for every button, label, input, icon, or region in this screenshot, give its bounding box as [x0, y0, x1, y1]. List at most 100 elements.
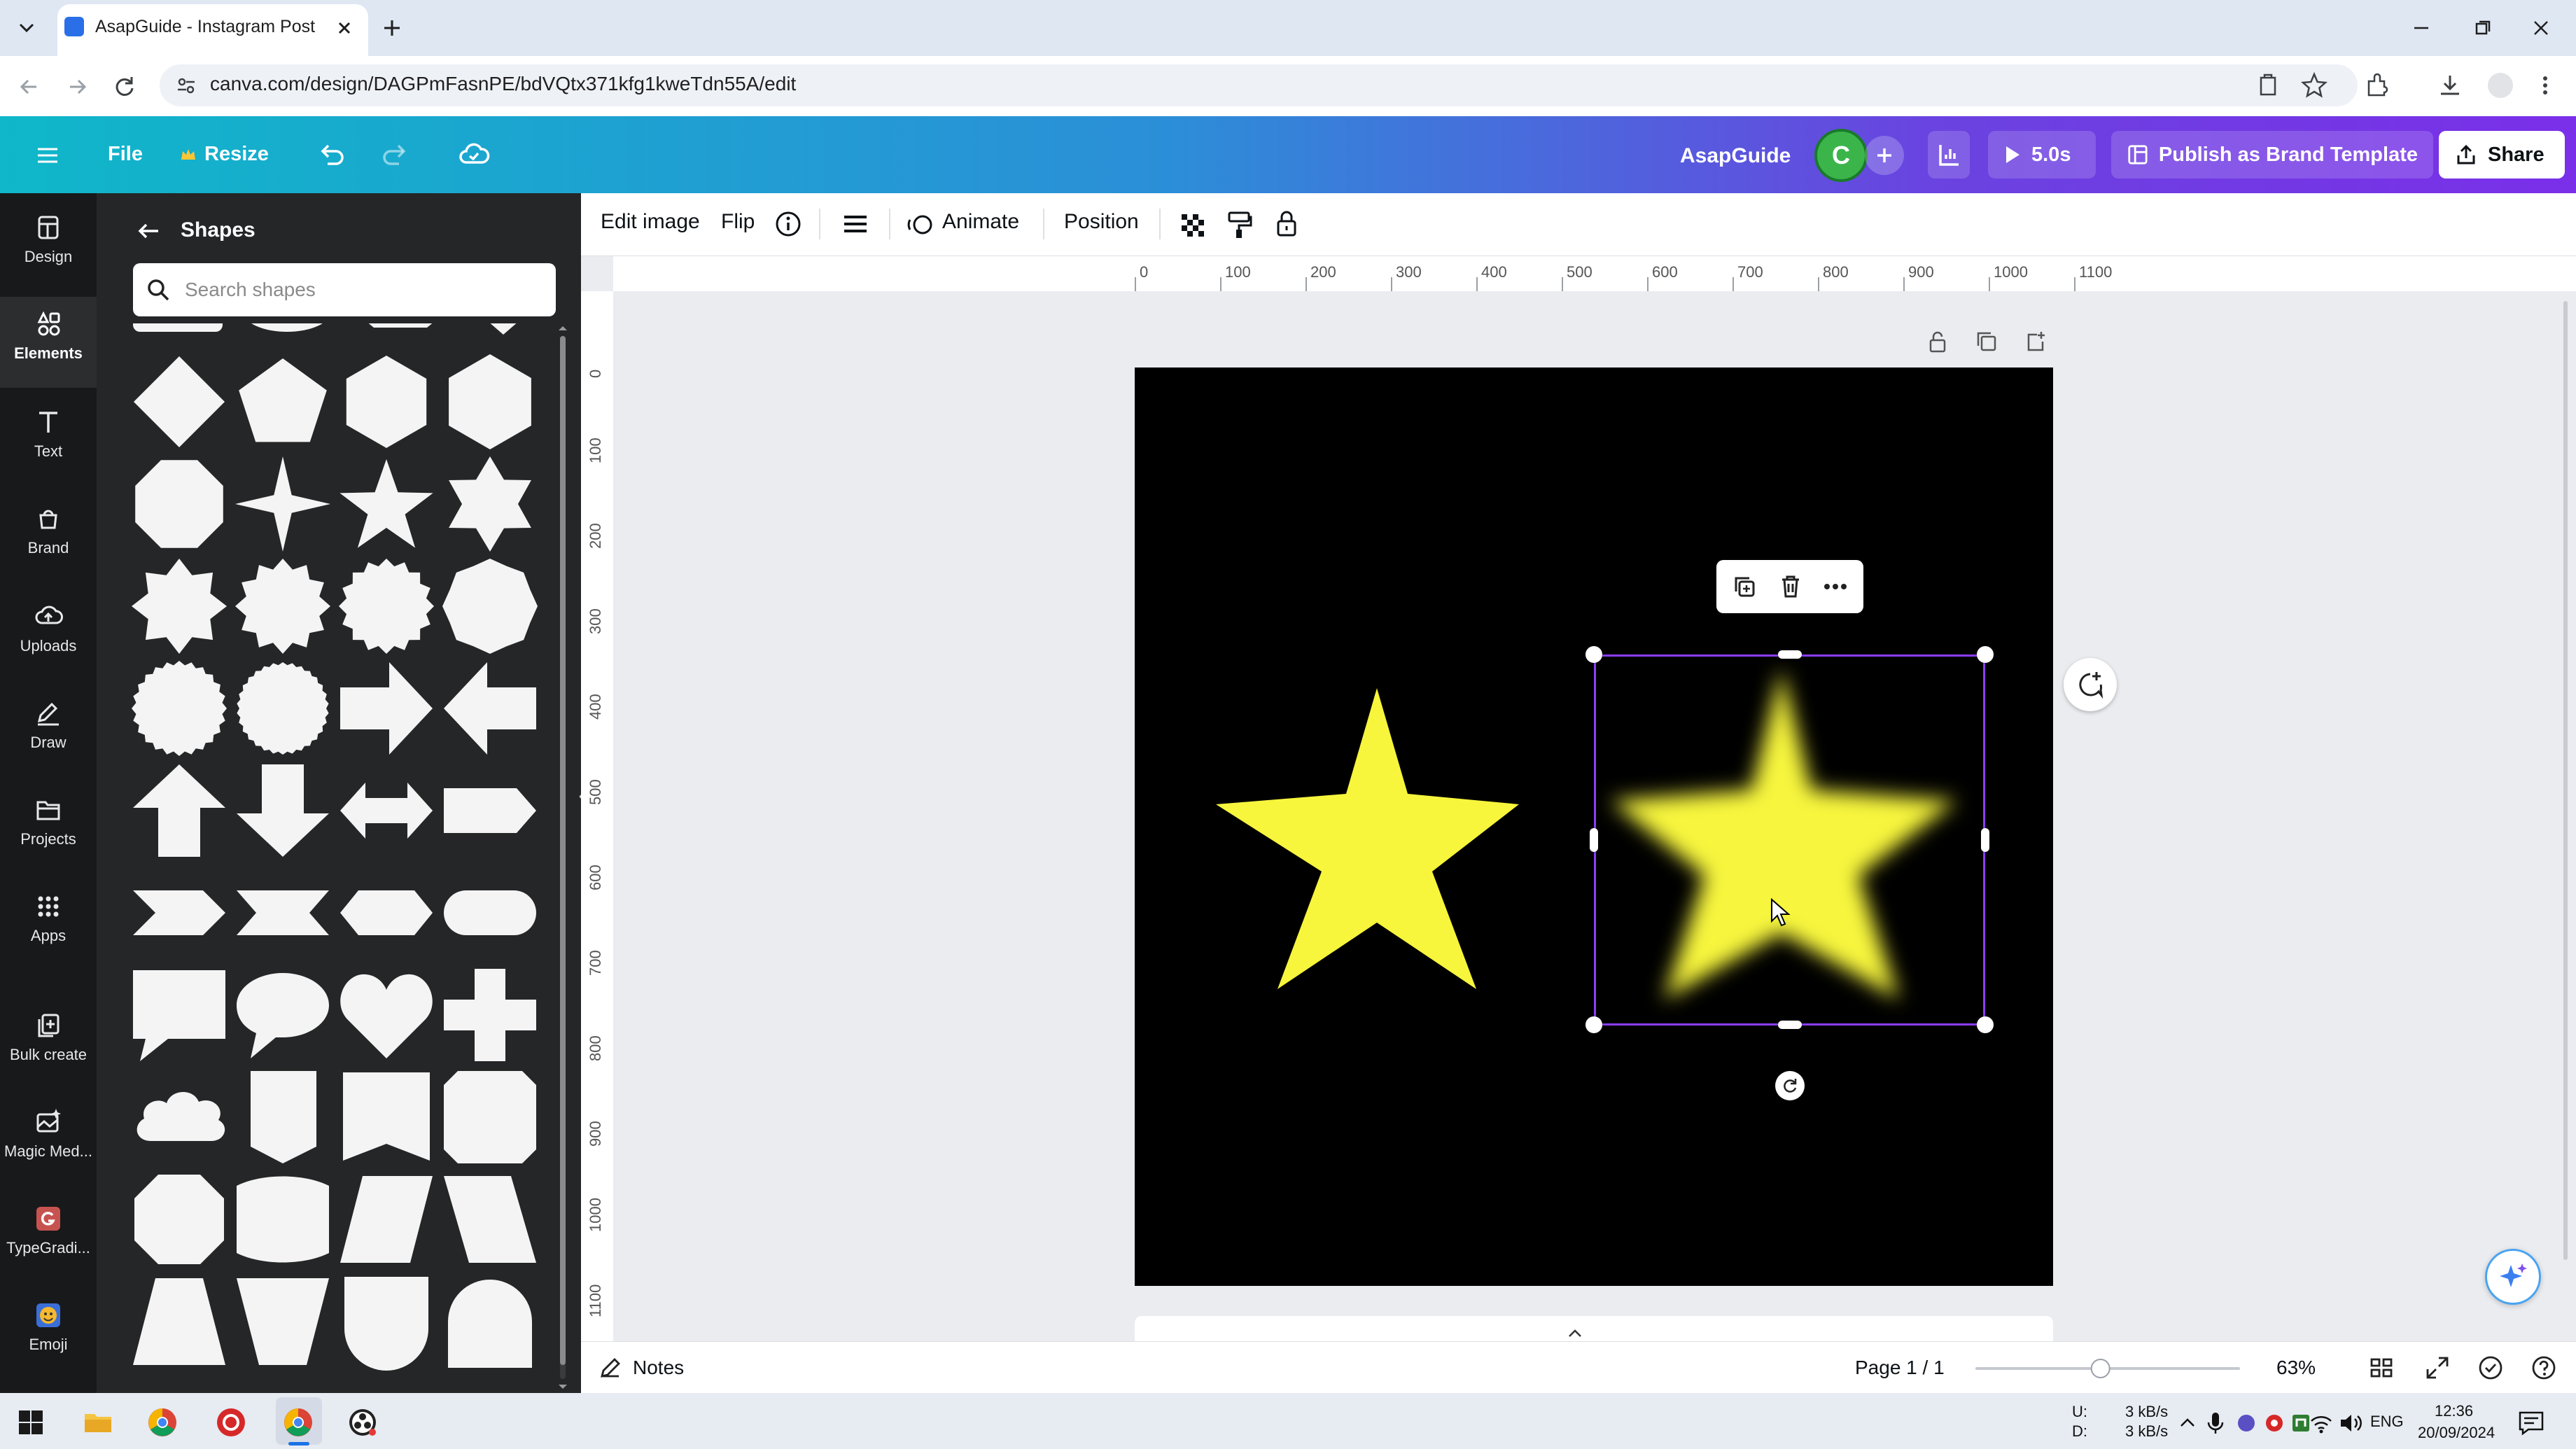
resize-handle-left[interactable]	[1590, 828, 1598, 852]
resize-handle-top-right[interactable]	[1977, 646, 1994, 663]
info-icon[interactable]	[774, 210, 802, 238]
tab-close-icon[interactable]	[332, 15, 357, 41]
left-arrow-shape[interactable]	[441, 659, 539, 757]
duplicate-element-icon[interactable]	[1730, 573, 1758, 601]
notifications-icon[interactable]	[2517, 1410, 2545, 1436]
add-page-icon[interactable]	[2023, 329, 2048, 354]
up-arrow-shape[interactable]	[130, 762, 228, 860]
tray-app-icon[interactable]	[2236, 1413, 2257, 1434]
download-icon[interactable]	[2435, 70, 2465, 101]
star-shape[interactable]	[1216, 688, 1519, 989]
browser-menu-icon[interactable]	[2533, 70, 2558, 101]
present-button[interactable]: 5.0s	[1988, 131, 2096, 178]
help-icon[interactable]	[2530, 1354, 2558, 1382]
scalloped-circle-shape[interactable]	[234, 659, 332, 757]
rail-uploads[interactable]: Uploads	[0, 602, 97, 655]
team-name[interactable]: AsapGuide	[1680, 144, 1791, 168]
search-input[interactable]	[185, 274, 535, 305]
more-options-icon[interactable]	[1821, 573, 1849, 601]
wavy-rectangle-shape[interactable]	[234, 1170, 332, 1268]
grid-view-icon[interactable]	[2367, 1354, 2395, 1382]
rail-magic-med[interactable]: Magic Med...	[0, 1107, 97, 1161]
rail-typegradi[interactable]: TypeGradi...	[0, 1204, 97, 1257]
eight-point-star-shape[interactable]	[130, 557, 228, 655]
shield-shape[interactable]	[337, 1273, 435, 1371]
trapezoid-shape[interactable]	[441, 1170, 539, 1268]
pentagon-shape[interactable]	[234, 353, 332, 451]
resize-handle-bottom[interactable]	[1778, 1021, 1802, 1029]
publish-brand-template-button[interactable]: Publish as Brand Template	[2111, 131, 2433, 178]
heart-shape[interactable]	[337, 966, 435, 1064]
rail-brand[interactable]: Brand	[0, 504, 97, 557]
lock-page-icon[interactable]	[1925, 329, 1950, 354]
rail-design[interactable]: Design	[0, 213, 97, 266]
chrome-active-icon[interactable]	[283, 1407, 314, 1438]
copy-style-icon[interactable]	[1225, 210, 1253, 241]
resize-handle-top-left[interactable]	[1586, 646, 1602, 663]
trapezoid-down-shape[interactable]	[234, 1273, 332, 1371]
flip-button[interactable]: Flip	[721, 210, 755, 234]
tag-shape[interactable]	[234, 1068, 332, 1166]
lock-icon[interactable]	[1273, 209, 1301, 239]
avatar[interactable]: C	[1814, 129, 1868, 182]
selection-box[interactable]	[1594, 654, 1985, 1026]
url-text[interactable]: canva.com/design/DAGPmFasnPE/bdVQtx371kf…	[210, 73, 796, 95]
redo-button[interactable]	[378, 139, 412, 172]
arch-shape[interactable]	[441, 1273, 539, 1371]
border-style-icon[interactable]	[840, 210, 871, 238]
rail-emoji[interactable]: Emoji	[0, 1301, 97, 1354]
diamond-shape[interactable]	[130, 353, 228, 451]
profile-avatar[interactable]	[2488, 73, 2513, 98]
file-explorer-icon[interactable]	[83, 1408, 113, 1436]
double-arrow-shape[interactable]	[337, 762, 435, 860]
forward-button[interactable]	[62, 71, 92, 102]
site-info-icon[interactable]	[174, 73, 199, 98]
chrome-icon[interactable]	[147, 1407, 178, 1438]
page-action-icon[interactable]	[2254, 71, 2282, 99]
volume-icon[interactable]	[2338, 1411, 2363, 1435]
rail-apps[interactable]: Apps	[0, 892, 97, 945]
speech-bubble-shape[interactable]	[130, 966, 228, 1064]
windows-start-icon[interactable]	[17, 1408, 45, 1436]
rounded-square-shape[interactable]	[441, 1068, 539, 1166]
banner-shape[interactable]	[337, 1068, 435, 1166]
language-indicator[interactable]: ENG	[2370, 1413, 2404, 1431]
notes-button[interactable]: Notes	[633, 1357, 684, 1379]
page-indicator[interactable]: Page 1 / 1	[1855, 1357, 1945, 1379]
panel-scrollbar[interactable]	[554, 323, 571, 1394]
tab-search-button[interactable]	[13, 14, 41, 42]
cloud-shape[interactable]	[130, 1068, 228, 1166]
animate-button[interactable]: Animate	[942, 210, 1019, 234]
oval-speech-bubble-shape[interactable]	[234, 966, 332, 1064]
fullscreen-icon[interactable]	[2423, 1354, 2451, 1382]
main-menu-button[interactable]	[32, 140, 63, 171]
rail-bulk-create[interactable]: Bulk create	[0, 1011, 97, 1064]
zoom-level[interactable]: 63%	[2276, 1357, 2316, 1379]
hexagon-flat-shape[interactable]	[441, 353, 539, 451]
file-menu[interactable]: File	[108, 143, 143, 166]
pill-shape[interactable]	[441, 864, 539, 962]
ribbon-shape[interactable]	[234, 864, 332, 962]
resize-handle-top[interactable]	[1778, 650, 1802, 659]
position-button[interactable]: Position	[1064, 210, 1139, 234]
share-button[interactable]: Share	[2439, 131, 2565, 178]
undo-button[interactable]	[315, 139, 349, 172]
parallelogram-shape[interactable]	[337, 1170, 435, 1268]
chevron-shape[interactable]	[130, 864, 228, 962]
back-to-elements-button[interactable]	[133, 217, 164, 245]
down-arrow-shape[interactable]	[234, 762, 332, 860]
workspace-scrollbar[interactable]	[2563, 301, 2568, 1260]
rounded-octagon-shape-2[interactable]	[130, 1170, 228, 1268]
recorder-app-icon[interactable]	[216, 1407, 246, 1438]
reload-button[interactable]	[109, 71, 140, 102]
rotate-handle[interactable]	[1775, 1071, 1805, 1100]
four-point-star-shape[interactable]	[234, 455, 332, 553]
seal-shape[interactable]	[130, 659, 228, 757]
wifi-icon[interactable]	[2309, 1411, 2334, 1435]
delete-element-icon[interactable]	[1777, 573, 1805, 601]
tray-chevron-up-icon[interactable]	[2177, 1413, 2198, 1434]
resize-handle-bottom-right[interactable]	[1977, 1016, 1994, 1033]
rail-projects[interactable]: Projects	[0, 795, 97, 848]
check-status-icon[interactable]	[2477, 1354, 2505, 1382]
twelve-point-star-shape[interactable]	[234, 557, 332, 655]
